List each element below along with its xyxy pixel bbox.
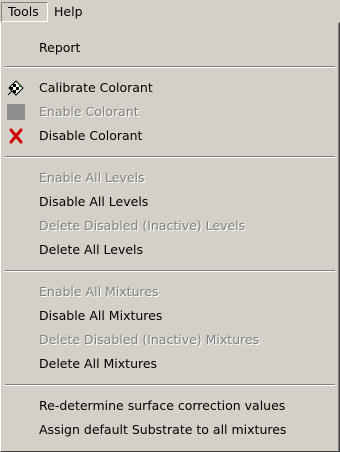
- red-x-icon: [7, 128, 25, 144]
- menu-separator: [5, 66, 335, 68]
- menu-item-label: Delete Disabled (Inactive) Mixtures: [39, 332, 260, 347]
- menu-item-delete-all-mixtures[interactable]: Delete All Mixtures: [3, 352, 337, 376]
- menu-item-delete-all-levels[interactable]: Delete All Levels: [3, 238, 337, 262]
- menu-item-enable-all-mixtures: Enable All Mixtures: [3, 280, 337, 304]
- menu-item-label: Enable All Levels: [39, 170, 145, 185]
- menu-item-label: Disable Colorant: [39, 128, 143, 143]
- menu-item-label: Enable All Mixtures: [39, 284, 159, 299]
- menu-item-redetermine-surface-correction[interactable]: Re-determine surface correction values: [3, 394, 337, 418]
- menu-item-disable-all-levels[interactable]: Disable All Levels: [3, 190, 337, 214]
- menu-item-disable-colorant[interactable]: Disable Colorant: [3, 124, 337, 148]
- gray-square-icon: [7, 103, 25, 121]
- menu-item-label: Disable All Levels: [39, 194, 149, 209]
- menu-item-enable-colorant: Enable Colorant: [3, 100, 337, 124]
- menu-item-label: Delete Disabled (Inactive) Levels: [39, 218, 246, 233]
- tools-dropdown-menu: Report Calibrate Colorant Enable Coloran…: [0, 22, 340, 452]
- menu-separator: [5, 384, 335, 386]
- menu-separator: [5, 156, 335, 158]
- menu-tools[interactable]: Tools: [1, 2, 48, 22]
- menu-item-enable-all-levels: Enable All Levels: [3, 166, 337, 190]
- menu-item-label: Disable All Mixtures: [39, 308, 163, 323]
- menu-item-label: Re-determine surface correction values: [39, 398, 286, 413]
- menu-item-delete-disabled-mixtures: Delete Disabled (Inactive) Mixtures: [3, 328, 337, 352]
- menu-item-label: Delete All Mixtures: [39, 356, 158, 371]
- menu-item-calibrate-colorant[interactable]: Calibrate Colorant: [3, 76, 337, 100]
- menu-item-delete-disabled-levels: Delete Disabled (Inactive) Levels: [3, 214, 337, 238]
- menu-item-label: Delete All Levels: [39, 242, 144, 257]
- menu-help[interactable]: Help: [48, 2, 88, 22]
- menu-item-label: Assign default Substrate to all mixtures: [39, 422, 287, 437]
- menu-item-report[interactable]: Report: [3, 36, 337, 60]
- menu-item-label: Report: [39, 40, 81, 55]
- menu-separator: [5, 270, 335, 272]
- menu-item-label: Enable Colorant: [39, 104, 139, 119]
- checkered-flag-icon: [7, 80, 25, 96]
- menu-bar: Tools Help: [0, 0, 340, 24]
- menu-item-assign-default-substrate[interactable]: Assign default Substrate to all mixtures: [3, 418, 337, 442]
- menu-item-disable-all-mixtures[interactable]: Disable All Mixtures: [3, 304, 337, 328]
- menu-item-label: Calibrate Colorant: [39, 80, 153, 95]
